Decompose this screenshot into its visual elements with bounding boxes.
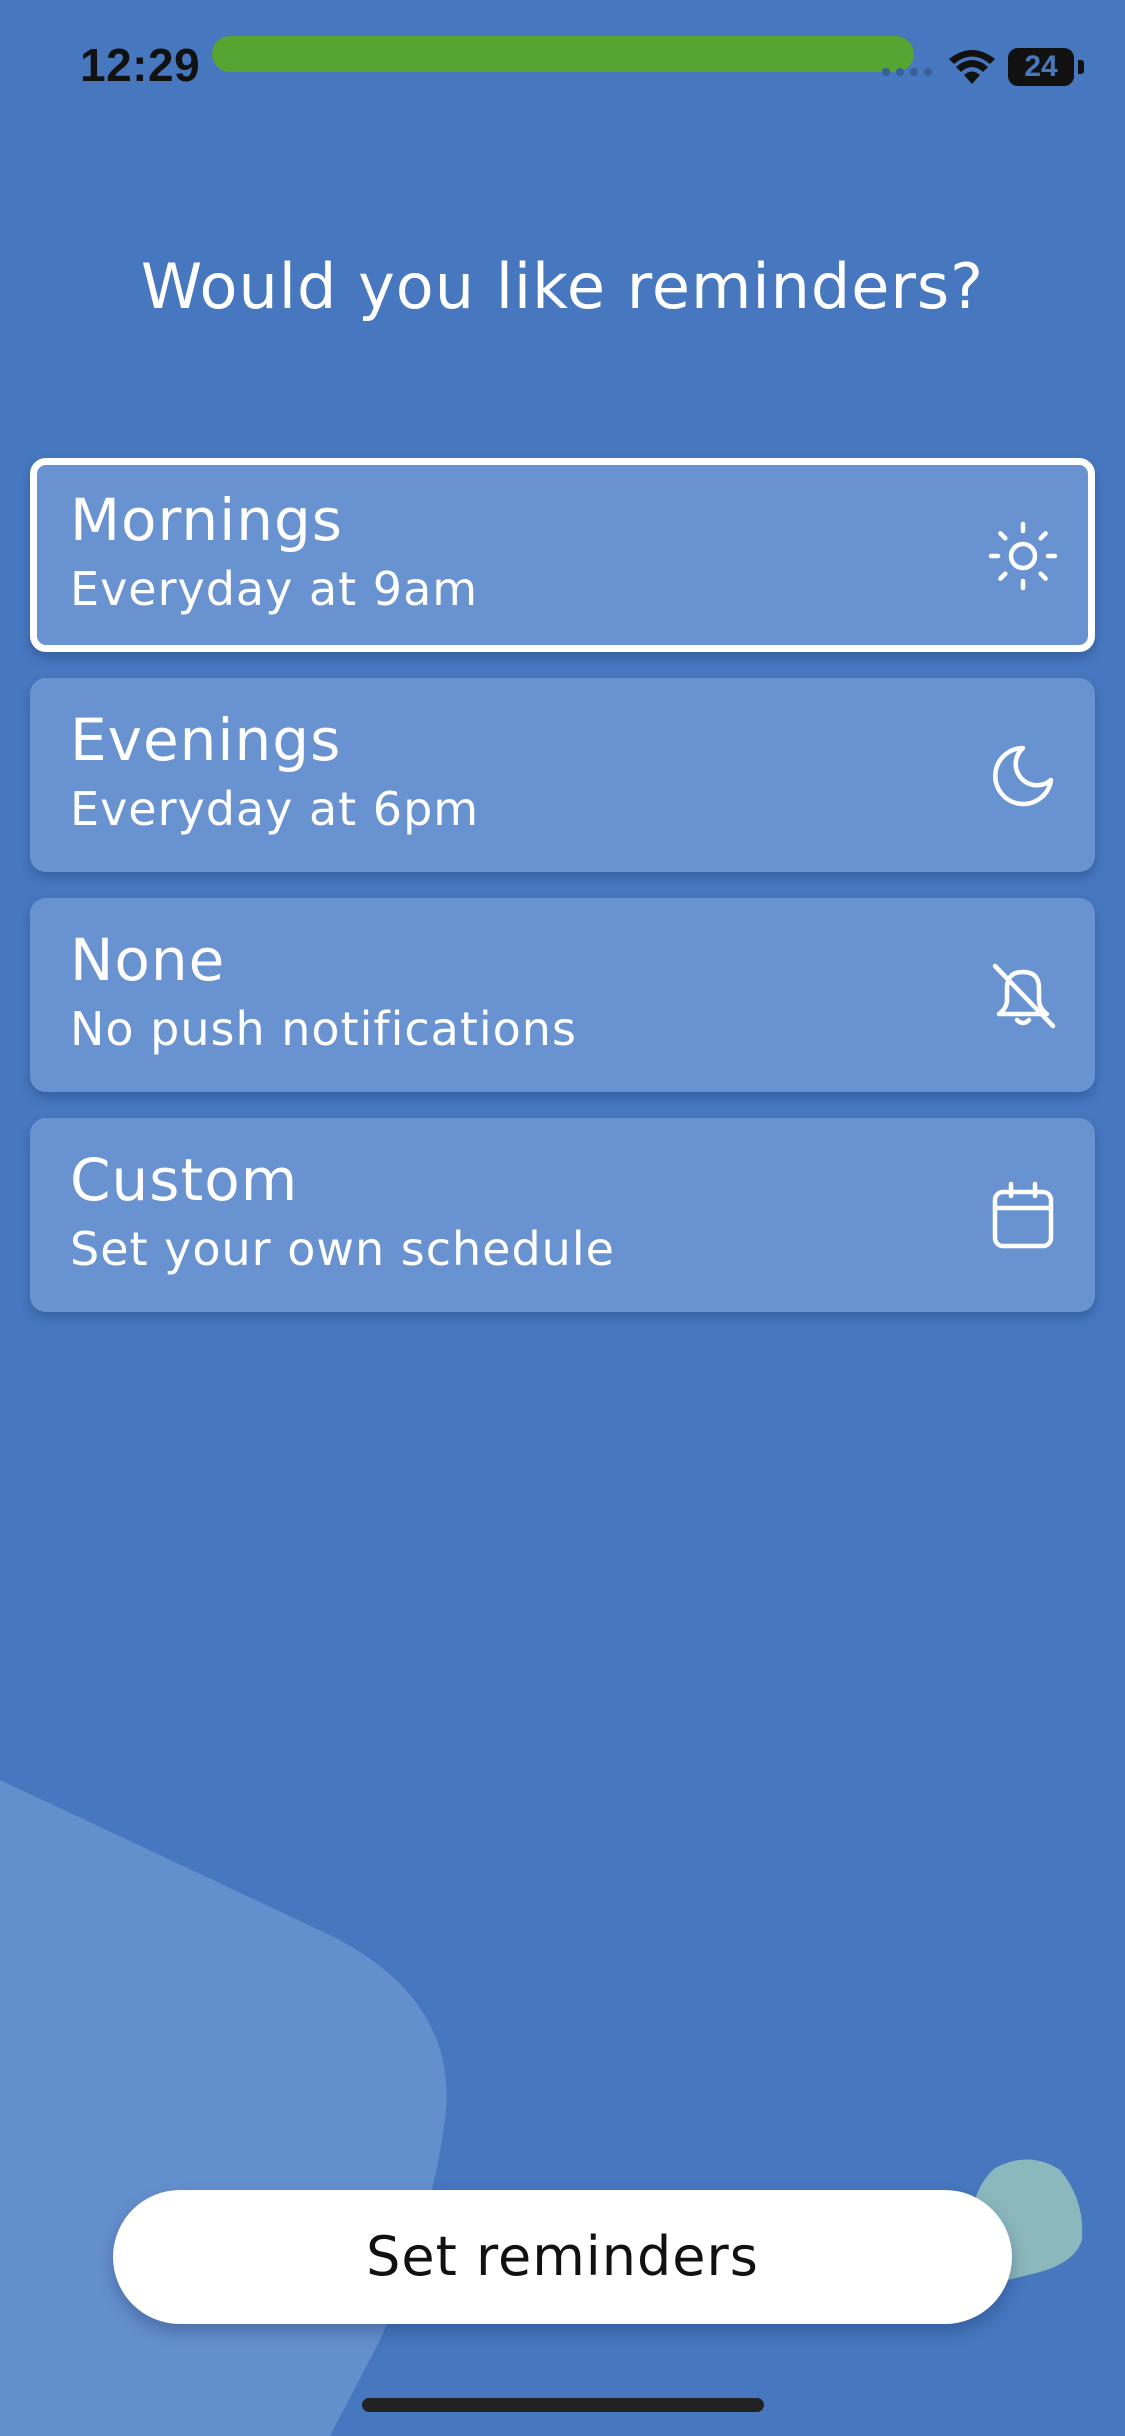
cellular-signal-icon: [882, 68, 932, 76]
battery-icon: 24: [1008, 48, 1084, 88]
option-title: Custom: [70, 1146, 299, 1214]
home-indicator[interactable]: [362, 2398, 764, 2412]
option-subtitle: Everyday at 9am: [70, 562, 479, 616]
option-title: Mornings: [70, 486, 344, 554]
option-none[interactable]: None No push notifications: [30, 898, 1095, 1092]
reminder-options-list: Mornings Everyday at 9am Evenings Everyd…: [30, 458, 1095, 1338]
moon-icon: [993, 745, 1054, 807]
bell-off-icon: [992, 963, 1056, 1029]
status-bar: 12:29 24: [0, 0, 1125, 140]
option-subtitle: Set your own schedule: [70, 1222, 615, 1276]
option-title: Evenings: [70, 706, 342, 774]
option-custom[interactable]: Custom Set your own schedule: [30, 1118, 1095, 1312]
option-evenings[interactable]: Evenings Everyday at 6pm: [30, 678, 1095, 872]
active-call-indicator[interactable]: [212, 36, 914, 72]
option-mornings[interactable]: Mornings Everyday at 9am: [30, 458, 1095, 652]
option-title: None: [70, 926, 226, 994]
page-title: Would you like reminders?: [140, 250, 985, 323]
calendar-icon: [992, 1181, 1054, 1249]
wifi-icon: [949, 50, 995, 84]
set-reminders-button[interactable]: Set reminders: [113, 2190, 1012, 2324]
sun-icon: [988, 521, 1058, 591]
status-time: 12:29: [80, 39, 201, 91]
option-subtitle: Everyday at 6pm: [70, 782, 480, 836]
battery-level: 24: [1024, 50, 1058, 83]
option-subtitle: No push notifications: [70, 1002, 577, 1056]
background-blob: [0, 1780, 447, 2436]
